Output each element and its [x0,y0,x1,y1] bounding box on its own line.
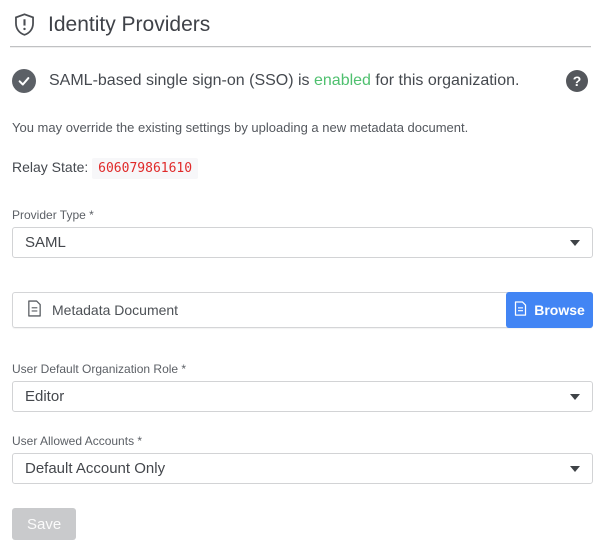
status-text-suffix: for this organization. [371,72,520,89]
check-circle-icon [12,69,36,93]
provider-type-value: SAML [25,234,66,251]
provider-type-group: Provider Type * SAML [10,208,593,258]
default-org-role-value: Editor [25,388,64,405]
save-button[interactable]: Save [12,508,76,540]
document-icon [27,300,42,320]
status-text-prefix: SAML-based single sign-on (SSO) is [49,72,314,89]
override-description: You may override the existing settings b… [10,120,593,135]
default-org-role-select[interactable]: Editor [12,381,593,412]
browse-button-label: Browse [534,302,585,318]
default-org-role-label: User Default Organization Role * [12,362,593,376]
sso-status-text: SAML-based single sign-on (SSO) is enabl… [49,72,519,90]
page-header: Identity Providers [10,12,593,46]
browse-button[interactable]: Browse [506,292,593,328]
allowed-accounts-label: User Allowed Accounts * [12,434,593,448]
status-enabled-highlight: enabled [314,72,371,89]
relay-state-label: Relay State: [12,159,88,175]
allowed-accounts-select[interactable]: Default Account Only [12,453,593,484]
page-title: Identity Providers [48,13,210,37]
provider-type-select[interactable]: SAML [12,227,593,258]
metadata-document-group: Metadata Document Browse [10,292,593,328]
sso-status-row: SAML-based single sign-on (SSO) is enabl… [10,69,593,93]
caret-down-icon [570,466,580,472]
document-icon-white [514,301,527,319]
relay-state-value: 606079861610 [92,158,198,179]
default-org-role-group: User Default Organization Role * Editor [10,362,593,412]
header-divider [10,46,591,47]
caret-down-icon [570,240,580,246]
shield-exclamation-icon [12,12,37,37]
identity-providers-page: Identity Providers SAML-based single sig… [0,0,600,540]
allowed-accounts-value: Default Account Only [25,460,165,477]
caret-down-icon [570,394,580,400]
help-icon[interactable]: ? [566,70,588,92]
provider-type-label: Provider Type * [12,208,593,222]
allowed-accounts-group: User Allowed Accounts * Default Account … [10,434,593,484]
relay-state-line: Relay State: 606079861610 [10,159,593,176]
question-glyph: ? [573,73,582,89]
metadata-document-placeholder: Metadata Document [52,302,178,318]
